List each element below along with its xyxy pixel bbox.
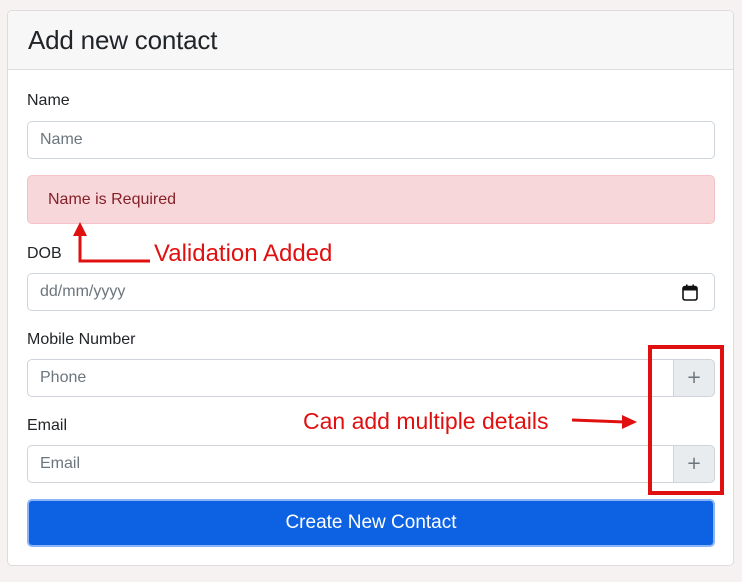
multiple-arrowhead <box>622 415 637 429</box>
annotation-arrows <box>73 222 637 429</box>
validation-arrowhead <box>73 222 87 236</box>
multiple-annotation: Can add multiple details <box>303 408 549 434</box>
annotation-highlight-box <box>648 345 724 495</box>
multiple-arrow <box>571 418 626 424</box>
validation-arrow <box>78 232 150 263</box>
validation-annotation: Validation Added <box>154 240 333 267</box>
